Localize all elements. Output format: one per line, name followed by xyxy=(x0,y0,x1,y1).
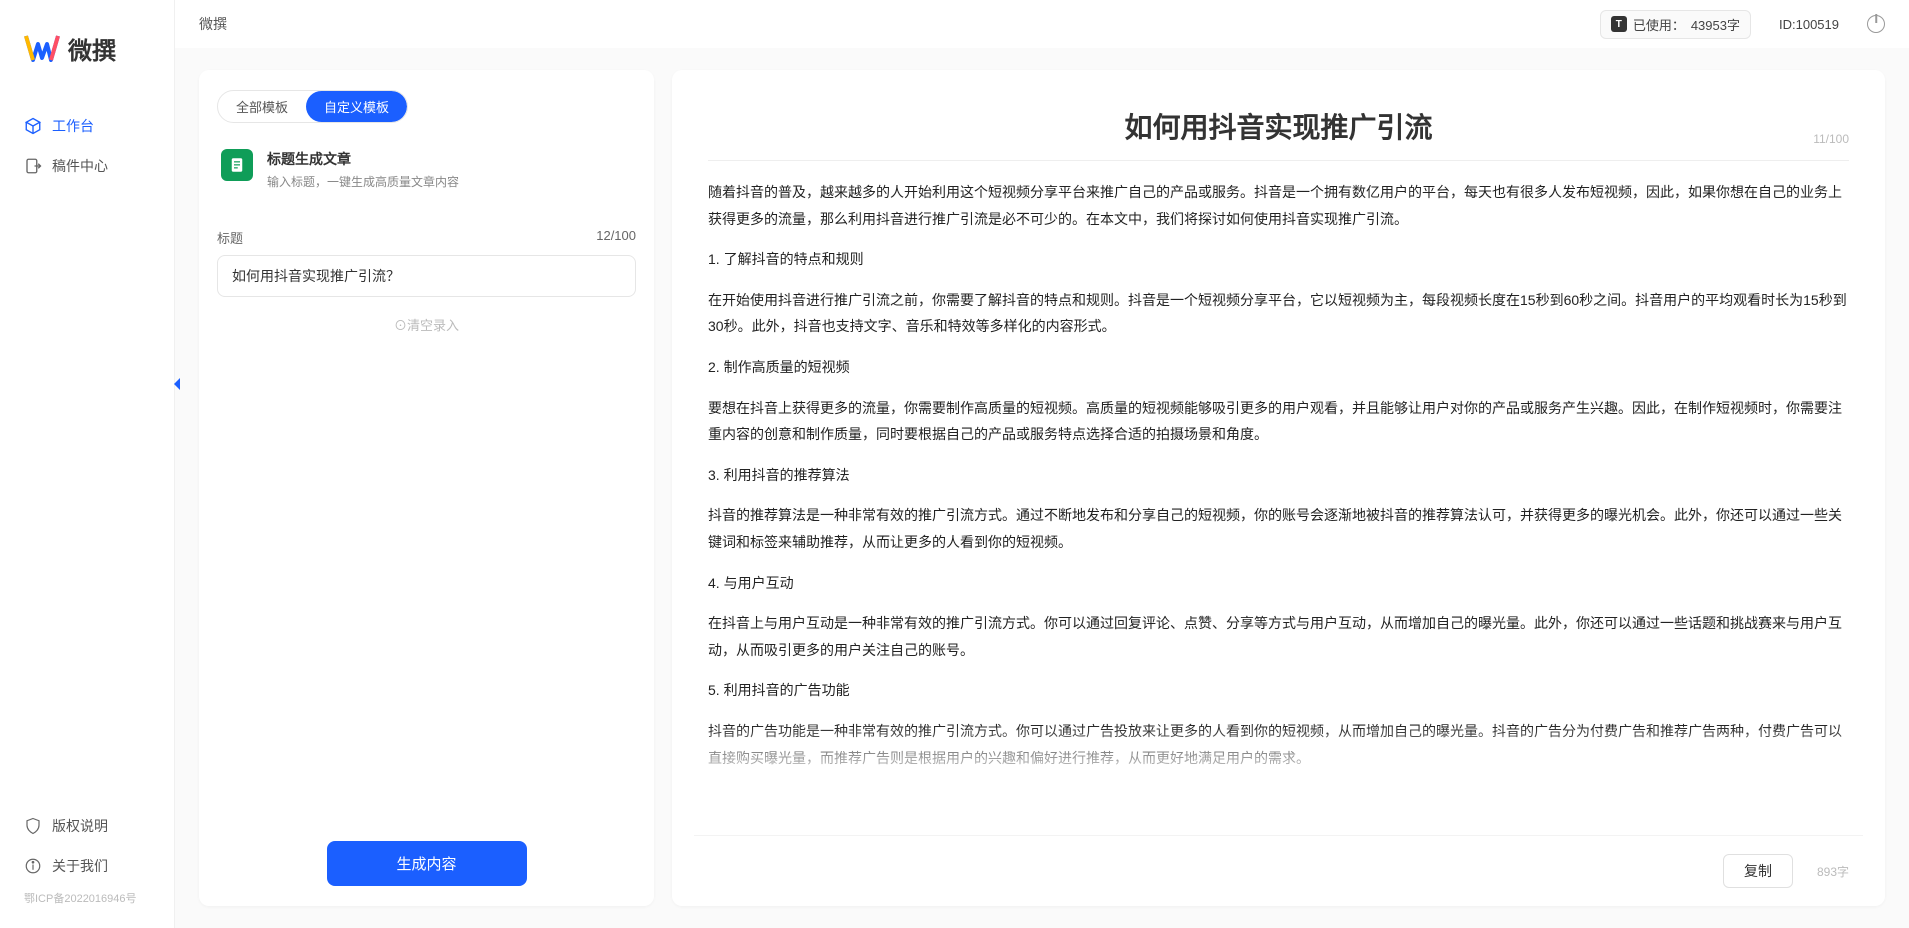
doc-out-icon xyxy=(24,157,42,175)
article-paragraph: 1. 了解抖音的特点和规则 xyxy=(708,246,1849,273)
shield-icon xyxy=(24,817,42,835)
output-panel: 如何用抖音实现推广引流 11/100 随着抖音的普及，越来越多的人开始利用这个短… xyxy=(672,70,1885,906)
article-paragraph: 3. 利用抖音的推荐算法 xyxy=(708,462,1849,489)
collapse-sidebar-button[interactable] xyxy=(170,375,184,393)
title-counter: 11/100 xyxy=(1813,132,1849,146)
article-title[interactable]: 如何用抖音实现推广引流 xyxy=(1124,106,1432,146)
tab-all-templates[interactable]: 全部模板 xyxy=(218,91,306,122)
usage-value: 43953字 xyxy=(1691,15,1740,34)
main: 微撰 T 已使用： 43953字 ID:100519 全部模板 自定义模板 xyxy=(175,0,1909,928)
template-title: 标题生成文章 xyxy=(267,149,459,169)
field-label: 标题 xyxy=(217,228,243,247)
article-paragraph: 要想在抖音上获得更多的流量，你需要制作高质量的短视频。高质量的短视频能够吸引更多… xyxy=(708,395,1849,448)
template-desc: 输入标题，一键生成高质量文章内容 xyxy=(267,173,459,190)
sidebar-item-workspace[interactable]: 工作台 xyxy=(0,106,174,146)
info-icon xyxy=(24,857,42,875)
copy-button[interactable]: 复制 xyxy=(1723,854,1793,888)
brand-logo: 微撰 xyxy=(0,30,174,96)
article-paragraph: 5. 利用抖音的广告功能 xyxy=(708,677,1849,704)
usage-label: 已使用： xyxy=(1633,15,1685,34)
article-paragraph: 4. 与用户互动 xyxy=(708,570,1849,597)
sidebar: 微撰 工作台 稿件中心 版权 xyxy=(0,0,175,928)
tab-custom-templates[interactable]: 自定义模板 xyxy=(306,91,407,122)
w-logo-icon xyxy=(24,30,60,66)
template-card[interactable]: 标题生成文章 输入标题，一键生成高质量文章内容 xyxy=(217,145,636,210)
cube-icon xyxy=(24,117,42,135)
article-paragraph: 2. 制作高质量的短视频 xyxy=(708,354,1849,381)
power-icon[interactable] xyxy=(1867,15,1885,33)
config-panel: 全部模板 自定义模板 标题生成文章 输入标题，一键生成高质量文章内容 标题 xyxy=(199,70,654,906)
sidebar-item-label: 工作台 xyxy=(52,116,94,136)
output-footer: 复制 893字 xyxy=(694,835,1863,888)
sidebar-item-label: 关于我们 xyxy=(52,856,108,876)
field-counter: 12/100 xyxy=(596,228,636,247)
article-paragraph: 抖音的广告功能是一种非常有效的推广引流方式。你可以通过广告投放来让更多的人看到你… xyxy=(708,718,1849,771)
sidebar-item-about[interactable]: 关于我们 xyxy=(0,846,174,886)
document-icon xyxy=(221,149,253,181)
text-count-icon: T xyxy=(1611,16,1627,32)
icp-text: 鄂ICP备2022016946号 xyxy=(0,886,174,910)
nav-footer: 版权说明 关于我们 鄂ICP备2022016946号 xyxy=(0,806,174,918)
sidebar-item-label: 版权说明 xyxy=(52,816,108,836)
output-char-count: 893字 xyxy=(1817,863,1849,880)
brand-name: 微撰 xyxy=(68,31,116,66)
sidebar-item-drafts[interactable]: 稿件中心 xyxy=(0,146,174,186)
article-paragraph: 抖音的推荐算法是一种非常有效的推广引流方式。通过不断地发布和分享自己的短视频，你… xyxy=(708,502,1849,555)
article-body[interactable]: 随着抖音的普及，越来越多的人开始利用这个短视频分享平台来推广自己的产品或服务。抖… xyxy=(694,179,1863,785)
breadcrumb: 微撰 xyxy=(199,14,227,34)
topbar-right: T 已使用： 43953字 ID:100519 xyxy=(1600,10,1885,39)
article-paragraph: 随着抖音的普及，越来越多的人开始利用这个短视频分享平台来推广自己的产品或服务。抖… xyxy=(708,179,1849,232)
topbar: 微撰 T 已使用： 43953字 ID:100519 xyxy=(175,0,1909,48)
template-tabbar: 全部模板 自定义模板 xyxy=(217,90,408,123)
title-input[interactable] xyxy=(217,255,636,297)
article-paragraph: 在抖音上与用户互动是一种非常有效的推广引流方式。你可以通过回复评论、点赞、分享等… xyxy=(708,610,1849,663)
sidebar-item-copyright[interactable]: 版权说明 xyxy=(0,806,174,846)
usage-pill: T 已使用： 43953字 xyxy=(1600,10,1751,39)
nav-primary: 工作台 稿件中心 xyxy=(0,96,174,196)
title-field: 标题 12/100 xyxy=(217,228,636,297)
clear-input-button[interactable]: ⊙清空录入 xyxy=(217,297,636,352)
workspace: 全部模板 自定义模板 标题生成文章 输入标题，一键生成高质量文章内容 标题 xyxy=(175,48,1909,928)
generate-button[interactable]: 生成内容 xyxy=(327,841,527,886)
sidebar-item-label: 稿件中心 xyxy=(52,156,108,176)
article: 如何用抖音实现推广引流 11/100 随着抖音的普及，越来越多的人开始利用这个短… xyxy=(694,98,1863,835)
user-id: ID:100519 xyxy=(1779,17,1839,32)
article-paragraph: 在开始使用抖音进行推广引流之前，你需要了解抖音的特点和规则。抖音是一个短视频分享… xyxy=(708,287,1849,340)
